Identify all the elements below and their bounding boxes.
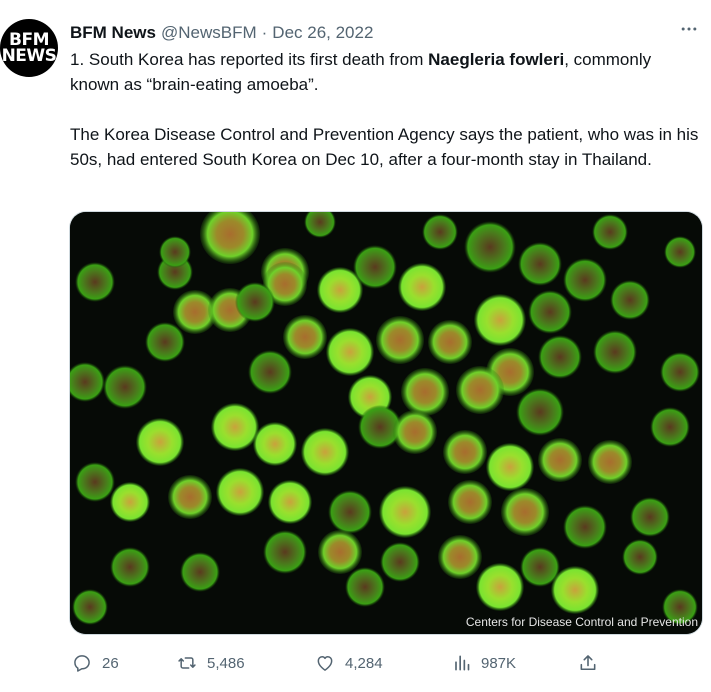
heart-icon [317,656,333,671]
amoeba-cell [501,488,549,536]
views-button[interactable]: 987K [451,653,516,673]
amoeba-cell [211,403,259,451]
retweet-count: 5,486 [207,654,245,672]
amoeba-cell [180,552,220,592]
account-name[interactable]: BFM News [70,23,156,43]
amoeba-cell [622,539,658,575]
amoeba-cell [528,290,572,334]
tweet-p1-bold: Naegleria fowleri [428,50,565,69]
share-icon [580,655,596,671]
amoeba-cell [379,486,431,538]
amoeba-cell [353,245,397,289]
tweet-paragraph-1: 1. South Korea has reported its first de… [70,47,700,97]
amoeba-cell [253,422,297,466]
microscope-image [70,212,702,634]
amoeba-cell [551,566,599,614]
amoeba-cell [398,263,446,311]
avatar-text-line2: NEWS [1,46,57,66]
like-count: 4,284 [345,654,383,672]
amoeba-cell [428,320,472,364]
amoeba-cell [248,350,292,394]
amoeba-cell [664,236,696,268]
amoeba-cell [538,438,582,482]
amoeba-cell [110,547,150,587]
amoeba-cell [72,589,108,625]
amoeba-cell [593,330,637,374]
amoeba-cell [563,505,607,549]
tweet-paragraph-2: The Korea Disease Control and Prevention… [70,125,699,169]
amoeba-cell [650,407,690,447]
tweet-image[interactable]: Centers for Disease Control and Preventi… [70,212,702,634]
amoeba-cell [518,242,562,286]
amoeba-cell [563,258,607,302]
amoeba-cell [380,542,420,582]
amoeba-cell [103,365,147,409]
amoeba-cell [610,280,650,320]
image-credit: Centers for Disease Control and Preventi… [465,615,698,629]
amoeba-cell [401,368,449,416]
amoeba-cell [476,563,524,611]
amoeba-cell [588,440,632,484]
reply-count: 26 [102,654,119,672]
amoeba-cell [110,482,150,522]
amoeba-cell [456,366,504,414]
retweet-button[interactable]: 5,486 [177,653,245,673]
amoeba-cell [136,418,184,466]
amoeba-cell [168,475,212,519]
amoeba-cell [486,443,534,491]
share-button[interactable] [578,653,598,673]
amoeba-cell [592,214,628,250]
more-icon[interactable] [677,17,701,41]
amoeba-cell [516,388,564,436]
amoeba-cell [393,410,437,454]
amoeba-cell [438,535,482,579]
amoeba-cell [326,328,374,376]
amoeba-cell [75,262,115,302]
action-bar: 26 5,486 4,284 987K [70,649,610,677]
tweet-header: BFM News @NewsBFM · Dec 26, 2022 [70,21,701,45]
amoeba-cell [145,322,185,362]
separator-dot: · [261,23,268,42]
amoeba-cell [474,294,526,346]
amoeba-cell [318,530,362,574]
amoeba-cell [301,428,349,476]
avatar[interactable]: BFM NEWS [0,19,58,77]
views-count: 987K [481,654,517,672]
amoeba-cell [422,214,458,250]
amoeba-cell [328,490,372,534]
amoeba-cell [216,468,264,516]
amoeba-cell [630,497,670,537]
amoeba-cell [263,530,307,574]
amoeba-cell [660,352,700,392]
amoeba-cell [235,282,275,322]
amoeba-cell [448,480,492,524]
reply-button[interactable]: 26 [72,653,119,673]
account-handle[interactable]: @NewsBFM [161,23,257,43]
amoeba-cell [538,335,582,379]
retweet-icon [178,657,196,669]
tweet-date[interactable]: Dec 26, 2022 [272,23,373,43]
like-button[interactable]: 4,284 [315,653,383,673]
amoeba-cell [159,236,191,268]
amoeba-cell [443,430,487,474]
amoeba-cell [75,462,115,502]
amoeba-cell [345,567,385,607]
views-icon [455,655,470,671]
amoeba-cell [464,221,516,273]
tweet-p1-before: 1. South Korea has reported its first de… [70,50,429,69]
reply-icon [74,655,90,672]
amoeba-cell [376,316,424,364]
tweet-text: 1. South Korea has reported its first de… [70,47,700,172]
amoeba-cell [268,480,312,524]
amoeba-cell [283,315,327,359]
